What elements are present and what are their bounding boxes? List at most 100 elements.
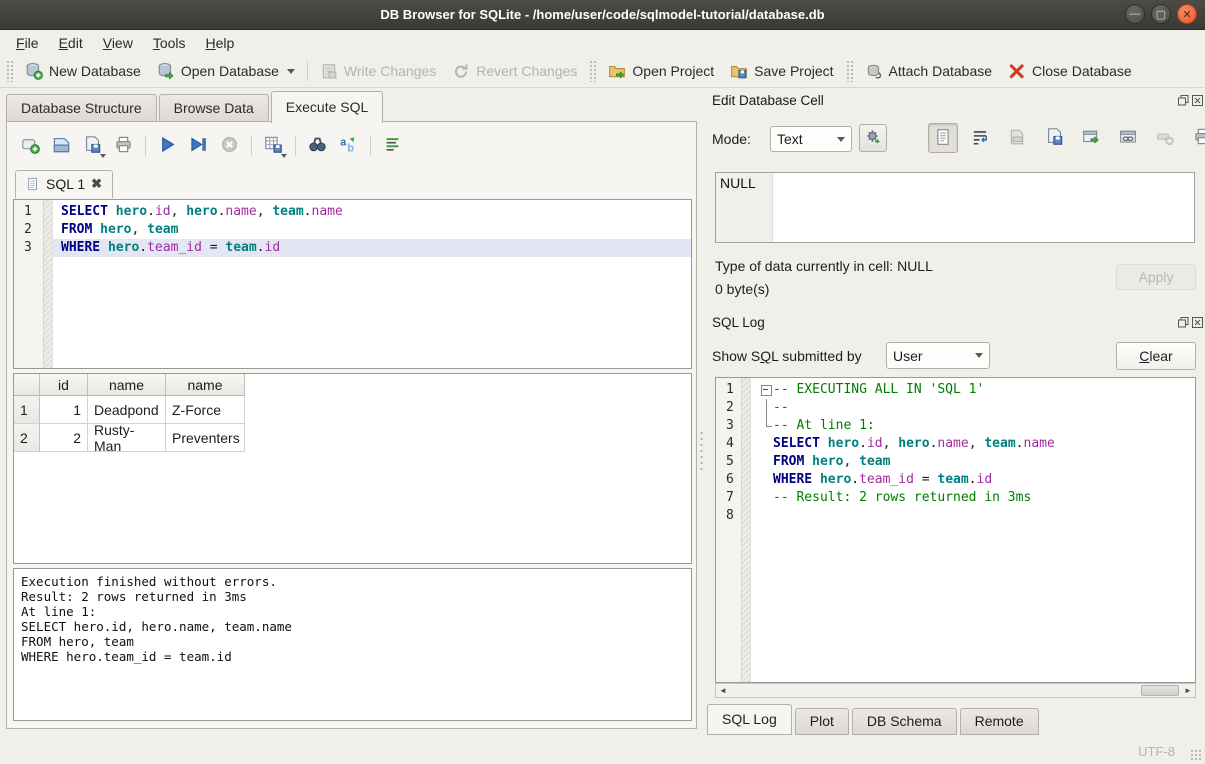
chevron-down-icon[interactable] <box>287 69 295 74</box>
tab-execute-sql[interactable]: Execute SQL <box>271 91 384 123</box>
menu-help[interactable]: Help <box>196 33 245 53</box>
window-title: DB Browser for SQLite - /home/user/code/… <box>380 7 824 22</box>
code-line[interactable]: WHERE hero.team_id = team.id <box>53 239 691 257</box>
bottom-tab-remote[interactable]: Remote <box>960 708 1039 735</box>
column-header-name[interactable]: name <box>166 374 245 396</box>
encoding-indicator[interactable]: UTF-8 <box>1138 744 1175 759</box>
log-text[interactable]: -- EXECUTING ALL IN 'SQL 1'---- At line … <box>751 378 1195 682</box>
log-horizontal-scrollbar[interactable]: ◄ ► <box>715 683 1196 698</box>
format-sql-button[interactable] <box>379 133 406 159</box>
print-cell-button[interactable] <box>1187 123 1205 153</box>
code-line[interactable]: SELECT hero.id, hero.name, team.name <box>53 203 691 221</box>
cell-editor[interactable]: NULL <box>715 172 1195 243</box>
pane-splitter-handle[interactable] <box>699 430 704 470</box>
copy-link-button[interactable] <box>1113 123 1143 153</box>
table-cell[interactable]: 1 <box>40 396 88 424</box>
fold-marker-icon[interactable] <box>759 417 773 435</box>
menu-edit[interactable]: Edit <box>49 33 93 53</box>
table-cell[interactable]: Deadpond <box>88 396 166 424</box>
table-cell[interactable]: Rusty-Man <box>88 424 166 452</box>
scroll-right-icon[interactable]: ► <box>1181 684 1195 697</box>
tab-database-structure[interactable]: Database Structure <box>6 94 157 122</box>
execution-message[interactable]: Execution finished without errors.Result… <box>13 568 692 721</box>
auto-complete-button[interactable]: ab <box>335 133 362 159</box>
open-external-button[interactable] <box>1076 123 1106 153</box>
editor-text[interactable]: SELECT hero.id, hero.name, team.nameFROM… <box>53 200 691 368</box>
code-line[interactable]: -- Result: 2 rows returned in 3ms <box>751 489 1195 507</box>
resize-grip[interactable] <box>1190 749 1202 761</box>
bottom-tab-plot[interactable]: Plot <box>795 708 849 735</box>
sql-log-view[interactable]: 12345678 -- EXECUTING ALL IN 'SQL 1'----… <box>715 377 1196 683</box>
column-header-name[interactable]: name <box>88 374 166 396</box>
code-line[interactable]: -- At line 1: <box>751 417 1195 435</box>
attach-database-button[interactable]: Attach Database <box>857 58 1001 84</box>
apply-button[interactable]: Apply <box>1116 264 1196 290</box>
chevron-down-icon[interactable] <box>281 154 287 158</box>
text-view-button[interactable] <box>928 123 958 153</box>
cell-editor-content[interactable] <box>773 173 1194 242</box>
open-database-button[interactable]: Open Database <box>149 58 303 84</box>
scrollbar-track[interactable] <box>730 684 1181 697</box>
float-panel-icon[interactable] <box>1178 95 1189 106</box>
export-cell-button[interactable] <box>1039 123 1069 153</box>
scrollbar-thumb[interactable] <box>1141 685 1179 696</box>
code-line[interactable] <box>751 507 1195 525</box>
sql-tab[interactable]: SQL 1 ✖ <box>15 170 113 198</box>
open-sql-file-button[interactable] <box>48 133 75 159</box>
table-row[interactable]: 22Rusty-ManPreventers <box>14 424 691 452</box>
menu-tools[interactable]: Tools <box>143 33 196 53</box>
code-line[interactable]: SELECT hero.id, hero.name, team.name <box>751 435 1195 453</box>
save-sql-file-button[interactable] <box>79 133 106 159</box>
word-wrap-button[interactable] <box>965 123 995 153</box>
execute-current-line-button[interactable] <box>185 133 212 159</box>
save-project-button[interactable]: Save Project <box>722 58 841 84</box>
code-line[interactable]: -- <box>751 399 1195 417</box>
sql-tab-close-icon[interactable]: ✖ <box>91 176 102 192</box>
float-panel-icon[interactable] <box>1178 317 1189 328</box>
fold-marker-icon[interactable] <box>759 399 773 417</box>
row-header[interactable]: 1 <box>14 396 40 424</box>
close-panel-icon[interactable] <box>1192 317 1203 328</box>
clear-log-button[interactable]: Clear <box>1116 342 1196 370</box>
table-cell[interactable]: Preventers <box>166 424 245 452</box>
sql-editor[interactable]: 123 SELECT hero.id, hero.name, team.name… <box>13 199 692 369</box>
new-database-button[interactable]: New Database <box>17 58 149 84</box>
menu-view[interactable]: View <box>93 33 143 53</box>
close-panel-icon[interactable] <box>1192 95 1203 106</box>
code-line[interactable]: FROM hero, team <box>53 221 691 239</box>
results-table[interactable]: idnamename11DeadpondZ-Force22Rusty-ManPr… <box>13 373 692 564</box>
table-cell[interactable]: Z-Force <box>166 396 245 424</box>
table-cell[interactable]: 2 <box>40 424 88 452</box>
edit-cell-dock-buttons <box>1178 95 1203 106</box>
chevron-down-icon[interactable] <box>100 154 106 158</box>
tab-browse-data[interactable]: Browse Data <box>159 94 269 122</box>
statusbar: UTF-8 <box>0 736 1205 764</box>
titlebar[interactable]: DB Browser for SQLite - /home/user/code/… <box>0 0 1205 30</box>
menu-file[interactable]: File <box>6 33 49 53</box>
bottom-tab-db-schema[interactable]: DB Schema <box>852 708 957 735</box>
column-header-id[interactable]: id <box>40 374 88 396</box>
stop-execution-icon <box>220 135 239 157</box>
open-project-button[interactable]: Open Project <box>600 58 722 84</box>
new-sql-tab-button[interactable] <box>17 133 44 159</box>
code-line[interactable]: FROM hero, team <box>751 453 1195 471</box>
bottom-tab-sql-log[interactable]: SQL Log <box>707 704 792 735</box>
scroll-left-icon[interactable]: ◄ <box>716 684 730 697</box>
close-database-button[interactable]: Close Database <box>1000 58 1140 84</box>
auto-switch-mode-button[interactable] <box>859 124 887 152</box>
save-results-button[interactable] <box>260 133 287 159</box>
mode-select[interactable]: Text <box>770 126 852 152</box>
close-button-icon[interactable]: ✕ <box>1177 4 1197 24</box>
fold-marker-icon[interactable] <box>759 381 773 399</box>
minimize-button-icon[interactable]: — <box>1125 4 1145 24</box>
log-filter-select[interactable]: User <box>886 342 990 369</box>
print-sql-button[interactable] <box>110 133 137 159</box>
execute-all-button[interactable] <box>154 133 181 159</box>
maximize-button-icon[interactable]: ▢ <box>1151 4 1171 24</box>
code-line[interactable]: -- EXECUTING ALL IN 'SQL 1' <box>751 381 1195 399</box>
row-header[interactable]: 2 <box>14 424 40 452</box>
log-filter-value: User <box>893 348 923 364</box>
code-line[interactable]: WHERE hero.team_id = team.id <box>751 471 1195 489</box>
table-row[interactable]: 11DeadpondZ-Force <box>14 396 691 424</box>
find-replace-button[interactable] <box>304 133 331 159</box>
